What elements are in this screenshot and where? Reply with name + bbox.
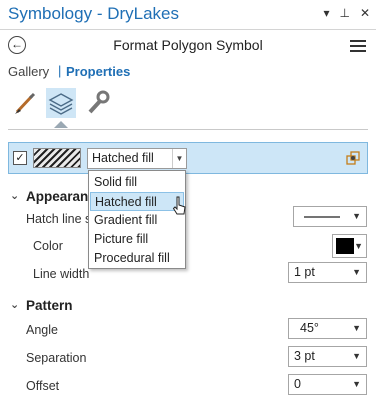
fill-type-value: Hatched fill	[92, 151, 154, 165]
layer-visible-checkbox[interactable]: ✓	[13, 151, 27, 165]
tab-properties[interactable]: Properties	[66, 64, 130, 79]
tab-indicator	[54, 121, 68, 128]
chevron-down-icon: ▼	[352, 211, 361, 221]
pin-icon[interactable]: ⊥	[339, 6, 349, 20]
close-icon[interactable]: ✕	[360, 6, 370, 20]
angle-label: Angle	[26, 323, 58, 337]
menu-item-procedural-fill[interactable]: Procedural fill	[90, 249, 184, 268]
fill-type-combo[interactable]: Hatched fill ▼	[87, 148, 187, 169]
pattern-header[interactable]: Pattern	[26, 298, 73, 313]
offset-label: Offset	[26, 379, 60, 393]
line-width-label: Line width	[33, 267, 90, 281]
line-width-value: 1 pt	[294, 265, 315, 279]
menu-item-hatched-fill[interactable]: Hatched fill	[90, 192, 184, 211]
tab-gallery[interactable]: Gallery	[8, 64, 49, 79]
title-bar-controls: ▾ ⊥ ✕	[323, 6, 370, 20]
chevron-down-icon: ▼	[354, 241, 363, 251]
separation-label: Separation	[26, 351, 87, 365]
layer-options-icon[interactable]	[345, 150, 361, 166]
color-label: Color	[33, 239, 63, 253]
angle-value: 45°	[300, 321, 319, 335]
spinner-icon[interactable]: ▼	[352, 263, 361, 282]
menu-item-solid-fill[interactable]: Solid fill	[90, 173, 184, 192]
color-swatch	[336, 238, 354, 254]
separation-value: 3 pt	[294, 349, 315, 363]
hatch-preview-swatch	[33, 148, 81, 168]
collapse-pattern-icon[interactable]: ⌄	[10, 298, 19, 311]
divider	[8, 129, 368, 130]
spinner-icon[interactable]: ▼	[352, 375, 361, 394]
hatch-line-label: Hatch line s	[26, 212, 92, 226]
offset-field[interactable]: 0 ▼	[288, 374, 367, 395]
menu-item-gradient-fill[interactable]: Gradient fill	[90, 211, 184, 230]
tab-separator: |	[58, 63, 62, 78]
window-title: Symbology - DryLakes	[8, 4, 180, 23]
menu-item-picture-fill[interactable]: Picture fill	[90, 230, 184, 249]
line-width-field[interactable]: 1 pt ▼	[288, 262, 367, 283]
spinner-icon[interactable]: ▼	[352, 347, 361, 366]
options-dropdown-icon[interactable]: ▾	[323, 6, 329, 20]
paintbrush-icon[interactable]	[10, 88, 40, 118]
hatch-line-symbol-dropdown[interactable]: ▼	[293, 206, 367, 227]
separation-field[interactable]: 3 pt ▼	[288, 346, 367, 367]
collapse-appearance-icon[interactable]: ⌄	[10, 189, 19, 202]
menu-icon[interactable]	[350, 40, 366, 52]
symbol-layer-row[interactable]: ✓ Hatched fill ▼	[8, 142, 368, 174]
spinner-icon[interactable]: ▼	[352, 319, 361, 338]
angle-field[interactable]: 45° ▼	[288, 318, 367, 339]
offset-value: 0	[294, 377, 301, 391]
page-title: Format Polygon Symbol	[113, 37, 263, 53]
chevron-down-icon[interactable]: ▼	[172, 149, 186, 168]
color-picker[interactable]: ▼	[332, 234, 367, 258]
mouse-cursor-icon	[172, 196, 188, 223]
layers-icon[interactable]	[46, 88, 76, 118]
wrench-icon[interactable]	[82, 88, 112, 118]
